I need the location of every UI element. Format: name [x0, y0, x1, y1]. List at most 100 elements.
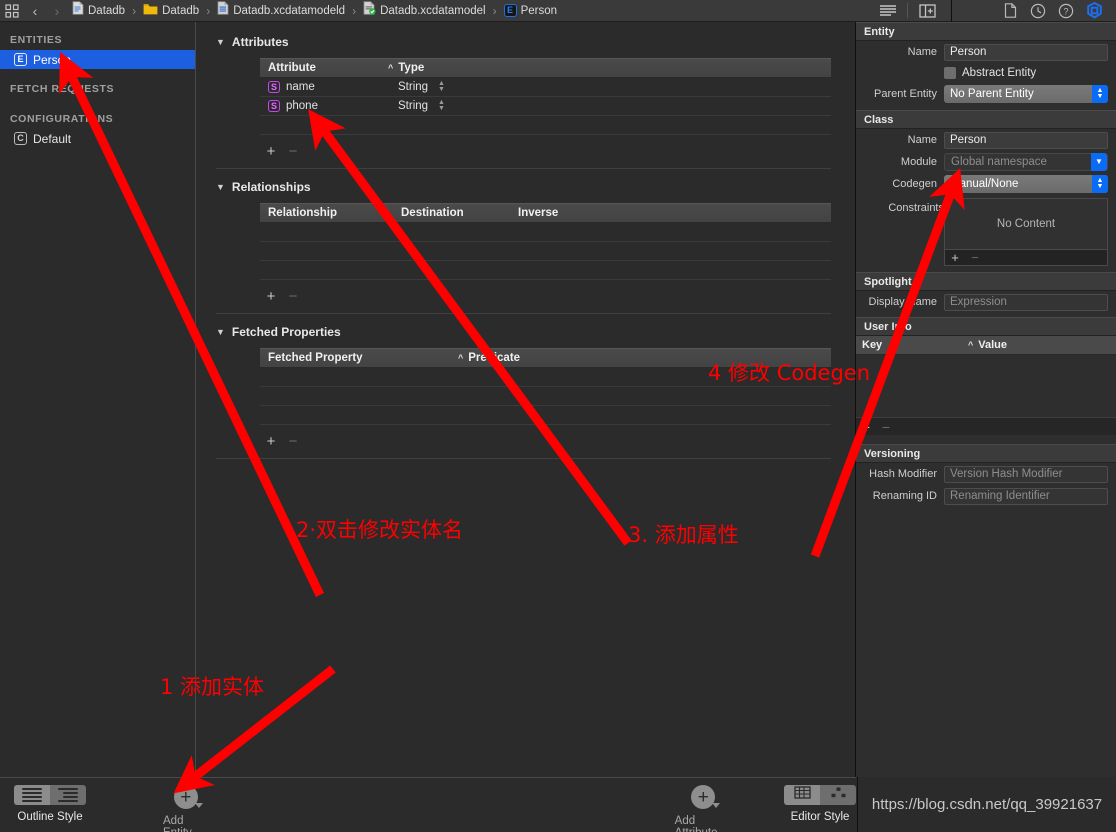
- attributes-section-header[interactable]: ▼ Attributes: [206, 30, 831, 54]
- class-name-row: Name Person: [856, 129, 1116, 151]
- toolbar-right-group: ?: [874, 0, 1116, 22]
- column-header-fetched-property[interactable]: Fetched Property: [260, 352, 450, 364]
- list-view-icon[interactable]: [874, 0, 902, 22]
- column-header-attribute[interactable]: Attribute: [260, 62, 380, 74]
- grid-view-icon[interactable]: [0, 0, 24, 22]
- parent-entity-popup[interactable]: No Parent Entity ▲ ▼: [944, 85, 1108, 103]
- abstract-entity-row[interactable]: Abstract Entity: [856, 63, 1116, 83]
- editor-style-segmented[interactable]: [784, 785, 856, 805]
- remove-user-info-button[interactable]: −: [876, 420, 896, 434]
- attribute-name-cell[interactable]: S phone: [260, 100, 390, 112]
- abstract-entity-checkbox[interactable]: [944, 67, 956, 79]
- add-constraint-button[interactable]: +: [945, 251, 965, 264]
- column-header-value[interactable]: ^ Value: [968, 339, 1007, 351]
- table-row-empty[interactable]: [260, 387, 831, 406]
- inspector-group-spotlight: Spotlight: [856, 272, 1116, 291]
- table-row-empty[interactable]: [260, 406, 831, 425]
- breadcrumb-item-xcdatamodel[interactable]: Datadb.xcdatamodel: [363, 0, 486, 22]
- xcdatamodel-icon: [363, 1, 376, 20]
- breadcrumb-label: Datadb: [88, 4, 126, 17]
- annotation-label-3: 3. 添加属性: [628, 523, 739, 547]
- add-attribute-button[interactable]: +: [691, 785, 721, 809]
- remove-constraint-button[interactable]: −: [965, 251, 985, 264]
- class-module-combobox[interactable]: Global namespace ▼: [944, 153, 1108, 171]
- table-row-empty[interactable]: [260, 261, 831, 280]
- sort-ascending-icon: ^: [388, 63, 394, 73]
- chevron-down-icon[interactable]: ▼: [216, 327, 225, 337]
- add-attribute-row-button[interactable]: +: [260, 144, 282, 159]
- column-header-predicate[interactable]: ^ Predicate: [450, 352, 610, 364]
- class-module-label: Module: [900, 156, 937, 168]
- breadcrumb-label: Datadb.xcdatamodel: [380, 4, 486, 17]
- configuration-badge-icon: C: [14, 132, 27, 145]
- breadcrumb-item-xcdatamodeld[interactable]: Datadb.xcdatamodeld: [217, 0, 345, 22]
- chevron-down-icon[interactable]: ▼: [216, 182, 225, 192]
- back-button[interactable]: ‹: [24, 3, 46, 19]
- breadcrumb-label: Person: [520, 4, 557, 17]
- add-relationship-row-button[interactable]: +: [260, 289, 282, 304]
- chevron-down-icon[interactable]: ▼: [216, 37, 225, 47]
- column-header-label: Type: [398, 62, 425, 74]
- column-header-inverse[interactable]: Inverse: [510, 207, 650, 219]
- table-row[interactable]: S name String ▲ ▼: [260, 78, 831, 97]
- table-row-empty[interactable]: [260, 116, 831, 135]
- file-inspector-icon[interactable]: [996, 0, 1024, 22]
- entity-name-field[interactable]: Person: [944, 43, 1108, 61]
- toolbar-divider: [907, 3, 908, 18]
- column-header-destination[interactable]: Destination: [393, 207, 510, 219]
- add-user-info-button[interactable]: +: [856, 420, 876, 434]
- table-row[interactable]: S phone String ▲ ▼: [260, 97, 831, 116]
- add-entity-button[interactable]: +: [173, 785, 203, 809]
- forward-button[interactable]: ›: [46, 3, 68, 19]
- outline-style-control: Outline Style: [14, 778, 86, 823]
- sidebar-item-default[interactable]: C Default: [0, 129, 195, 148]
- entity-badge-icon: E: [503, 4, 517, 17]
- renaming-id-field[interactable]: Renaming Identifier: [944, 487, 1108, 505]
- outline-style-flat-button[interactable]: [14, 785, 50, 805]
- model-inspector-icon[interactable]: [1080, 0, 1108, 22]
- constraints-listbox[interactable]: No Content: [944, 198, 1108, 250]
- user-info-table-body[interactable]: [856, 355, 1116, 417]
- table-row-empty[interactable]: [260, 242, 831, 261]
- attribute-type-cell[interactable]: String ▲ ▼: [390, 80, 500, 93]
- renaming-id-row: Renaming ID Renaming Identifier: [856, 485, 1116, 507]
- section-title: Fetched Properties: [231, 325, 341, 339]
- breadcrumb-item-folder[interactable]: Datadb: [143, 0, 199, 22]
- remove-fetched-property-row-button[interactable]: −: [282, 434, 304, 449]
- type-stepper-icon[interactable]: ▲ ▼: [438, 80, 445, 93]
- assistant-editor-icon[interactable]: [913, 0, 941, 22]
- breadcrumb-item-entity[interactable]: E Person: [503, 0, 557, 22]
- class-codegen-label: Codegen: [892, 178, 937, 190]
- table-row-empty[interactable]: [260, 223, 831, 242]
- relationships-section-header[interactable]: ▼ Relationships: [206, 175, 831, 199]
- sidebar-item-person[interactable]: E Person: [0, 50, 195, 69]
- attribute-name-cell[interactable]: S name: [260, 81, 390, 93]
- add-fetched-property-row-button[interactable]: +: [260, 434, 282, 449]
- column-header-relationship[interactable]: Relationship: [260, 207, 393, 219]
- attributes-add-remove-bar: + −: [260, 139, 831, 163]
- class-name-field[interactable]: Person: [944, 131, 1108, 149]
- attribute-type: String: [398, 100, 429, 112]
- spotlight-display-name-row: Display Name Expression: [856, 291, 1116, 313]
- type-stepper-icon[interactable]: ▲ ▼: [438, 99, 445, 112]
- fetched-properties-section-header[interactable]: ▼ Fetched Properties: [206, 320, 831, 344]
- hash-modifier-field[interactable]: Version Hash Modifier: [944, 465, 1108, 483]
- class-codegen-popup[interactable]: Manual/None ▲ ▼: [944, 175, 1108, 193]
- editor-style-graph-button[interactable]: [820, 785, 856, 805]
- outline-style-hierarchy-button[interactable]: [50, 785, 86, 805]
- quick-help-icon[interactable]: ?: [1052, 0, 1080, 22]
- breadcrumb-separator: ›: [492, 3, 497, 18]
- editor-style-table-button[interactable]: [784, 785, 820, 805]
- column-header-key[interactable]: Key: [856, 339, 968, 351]
- breadcrumb-item-project[interactable]: Datadb: [72, 0, 125, 22]
- breadcrumb: Datadb › Datadb › Datadb.xcdatamodeld › …: [72, 0, 557, 22]
- attribute-type-cell[interactable]: String ▲ ▼: [390, 99, 500, 112]
- outline-style-segmented[interactable]: [14, 785, 86, 805]
- remove-attribute-row-button[interactable]: −: [282, 144, 304, 159]
- abstract-entity-label: Abstract Entity: [962, 67, 1037, 79]
- attribute-name: phone: [286, 100, 318, 112]
- remove-relationship-row-button[interactable]: −: [282, 289, 304, 304]
- spotlight-display-name-field[interactable]: Expression: [944, 293, 1108, 311]
- column-header-type[interactable]: ^ Type: [380, 62, 520, 74]
- history-inspector-icon[interactable]: [1024, 0, 1052, 22]
